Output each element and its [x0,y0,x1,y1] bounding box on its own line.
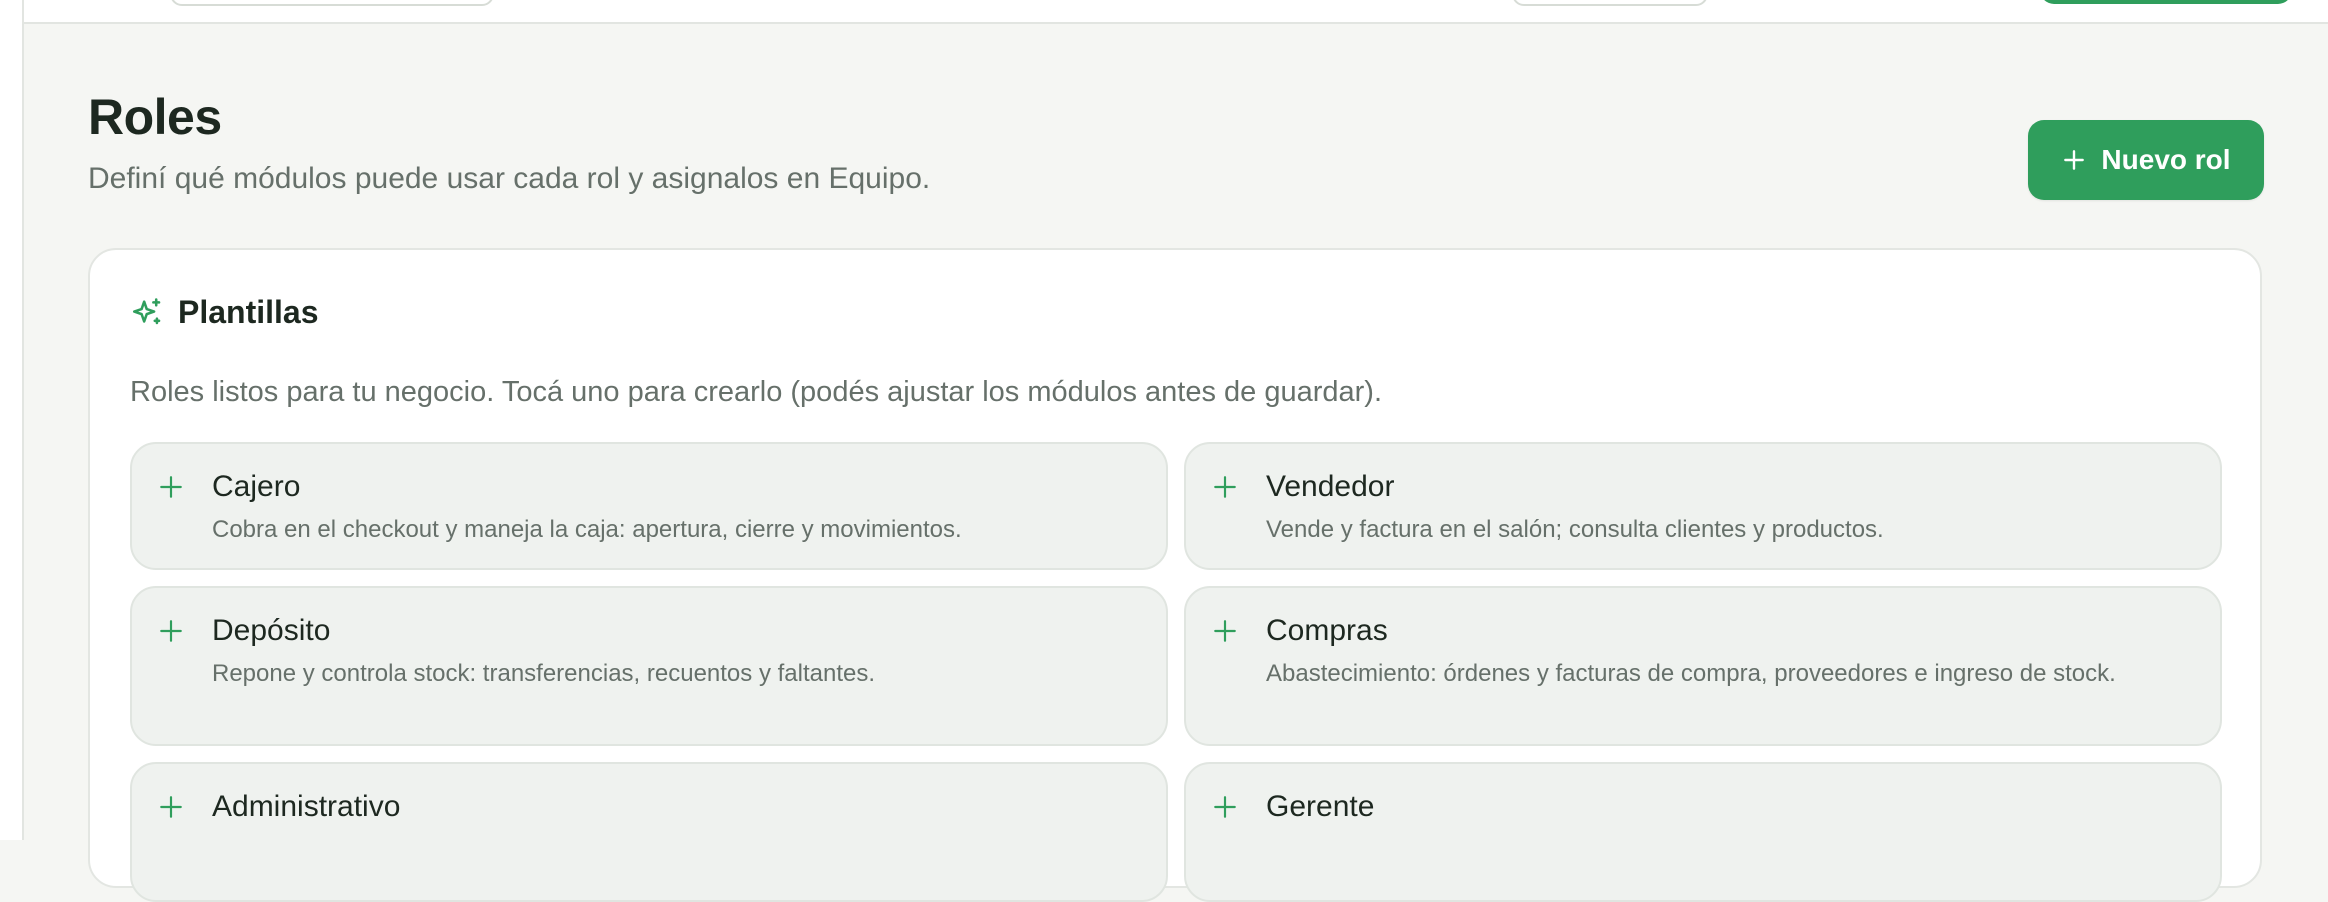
plus-icon [160,796,182,818]
page-title: Roles [88,89,222,145]
templates-description: Roles listos para tu negocio. Tocá uno p… [130,376,1383,408]
template-name: Compras [1266,614,1388,647]
templates-header: Plantillas [130,294,319,331]
template-name: Vendedor [1266,470,1395,503]
plus-icon [160,620,182,642]
plus-icon [160,476,182,498]
topbar-action-button[interactable] [2040,0,2292,4]
templates-title: Plantillas [178,294,319,330]
new-role-label: Nuevo rol [2101,144,2231,175]
template-description: Cobra en el checkout y maneja la caja: a… [212,516,962,543]
sidebar-rail [0,0,24,840]
plus-icon [1214,620,1236,642]
template-name: Gerente [1266,790,1375,823]
new-role-button[interactable]: Nuevo rol [2028,120,2264,200]
template-name: Administrativo [212,790,401,823]
template-description: Repone y controla stock: transferencias,… [212,660,876,687]
plus-icon [1214,476,1236,498]
template-administrativo[interactable]: Administrativo [130,762,1168,902]
template-compras[interactable]: Compras Abastecimiento: órdenes y factur… [1184,586,2222,746]
plus-icon [1214,796,1236,818]
template-name: Depósito [212,614,331,647]
page-subtitle: Definí qué módulos puede usar cada rol y… [88,162,931,195]
topbar-selector[interactable] [1512,0,1708,6]
template-description: Vende y factura en el salón; consulta cl… [1266,516,1884,543]
template-vendedor[interactable]: Vendedor Vende y factura en el salón; co… [1184,442,2222,570]
templates-card: Plantillas Roles listos para tu negocio.… [88,248,2262,902]
template-cajero[interactable]: Cajero Cobra en el checkout y maneja la … [130,442,1168,570]
template-deposito[interactable]: Depósito Repone y controla stock: transf… [130,586,1168,746]
template-name: Cajero [212,470,301,503]
search-input[interactable] [170,0,494,6]
sparkles-icon [132,297,161,324]
top-bar [24,0,2328,24]
plus-icon [2064,150,2085,170]
template-gerente[interactable]: Gerente [1184,762,2222,902]
template-description: Abastecimiento: órdenes y facturas de co… [1266,660,2116,687]
